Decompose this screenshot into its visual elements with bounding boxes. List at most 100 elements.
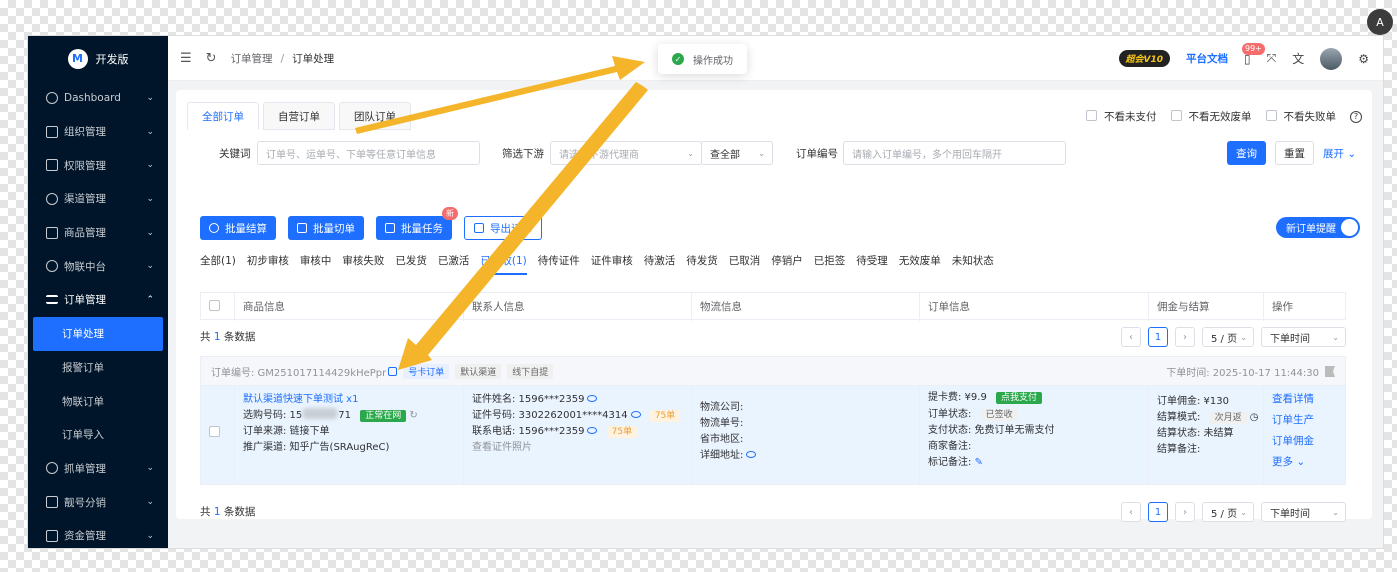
refresh-icon[interactable]: ↻ — [409, 410, 417, 421]
sidebar-item-permission[interactable]: 权限管理 ⌄ — [28, 148, 168, 182]
eye-icon[interactable] — [587, 395, 598, 402]
status-tab[interactable]: 停销户 — [771, 250, 814, 272]
scope-select[interactable]: 查全部 ⌄ — [701, 141, 773, 165]
sort-select[interactable]: 下单时间 ⌄ — [1261, 327, 1346, 347]
pay-now-tag[interactable]: 点我支付 — [996, 392, 1043, 404]
sidebar-subitem-order-import[interactable]: 订单导入 — [28, 418, 168, 452]
tab-all-orders[interactable]: 全部订单 — [187, 102, 259, 130]
view-id-photo-link[interactable]: 查看证件照片 — [472, 440, 683, 456]
status-tab-active[interactable]: 已签收(1) — [480, 250, 537, 275]
flag-icon[interactable] — [1325, 366, 1335, 377]
page-number[interactable]: 1 — [1148, 327, 1168, 347]
status-tab[interactable]: 已拒签 — [814, 250, 857, 272]
gear-icon[interactable]: ⚙ — [1358, 52, 1369, 66]
status-tab[interactable]: 证件审核 — [591, 250, 644, 272]
expand-link[interactable]: 展开 ⌄ — [1323, 146, 1356, 161]
vip-badge[interactable]: 超会V10 — [1118, 50, 1170, 67]
sidebar-subitem-order-process[interactable]: 订单处理 — [33, 316, 163, 351]
sidebar-item-iot[interactable]: 物联中台 ⌄ — [28, 249, 168, 283]
doc-link[interactable]: 平台文档 — [1186, 51, 1228, 66]
sidebar-item-funds[interactable]: 资金管理 ⌄ — [28, 519, 168, 548]
sidebar-item-channel[interactable]: 渠道管理 ⌄ — [28, 182, 168, 216]
help-icon[interactable]: ? — [1350, 110, 1362, 123]
number-prefix: 选购号码: 15 — [243, 410, 303, 421]
total-count-bottom: 共 1 条数据 — [200, 504, 255, 519]
search-button[interactable]: 查询 — [1227, 141, 1266, 165]
status-tab[interactable]: 未知状态 — [952, 250, 1005, 272]
settle-mode: 结算模式: 次月返 ◷ — [1157, 410, 1259, 426]
copy-icon[interactable] — [388, 366, 398, 376]
order-tag: 默认渠道 — [455, 363, 502, 379]
tab-team-orders[interactable]: 团队订单 — [339, 102, 411, 130]
prev-page-button[interactable]: ‹ — [1121, 327, 1141, 347]
order-produce-link[interactable]: 订单生产 — [1272, 410, 1339, 431]
new-order-toggle[interactable]: 新订单提醒 — [1276, 217, 1360, 238]
order-commission-link[interactable]: 订单佣金 — [1272, 431, 1339, 452]
page-number[interactable]: 1 — [1148, 502, 1168, 522]
next-page-button[interactable]: › — [1175, 327, 1195, 347]
checkbox-hide-invalid[interactable]: 不看无效废单 — [1170, 109, 1252, 124]
select-all-checkbox[interactable] — [209, 300, 220, 311]
prev-page-button[interactable]: ‹ — [1121, 502, 1141, 522]
breadcrumb-item[interactable]: 订单管理 — [231, 53, 273, 65]
batch-cut-label: 批量切单 — [313, 222, 355, 235]
status-tab[interactable]: 已取消 — [729, 250, 772, 272]
eye-icon[interactable] — [630, 411, 641, 418]
product-name[interactable]: 默认渠道快速下单测试 x1 — [243, 392, 455, 408]
status-tab[interactable]: 已发货 — [395, 250, 438, 272]
status-tab[interactable]: 审核失败 — [342, 250, 395, 272]
sidebar-item-orders[interactable]: 订单管理 ⌃ — [28, 283, 168, 317]
view-detail-link[interactable]: 查看详情 — [1272, 389, 1339, 410]
more-dropdown[interactable]: 更多 ⌄ — [1272, 452, 1339, 473]
page-size-select[interactable]: 5 / 页 ⌄ — [1202, 327, 1254, 347]
sidebar-item-number[interactable]: 靓号分销 ⌄ — [28, 485, 168, 519]
bell-icon[interactable]: ▯ 99+ — [1242, 42, 1265, 66]
reset-button[interactable]: 重置 — [1275, 141, 1314, 165]
eye-icon[interactable] — [587, 427, 598, 434]
sort-select[interactable]: 下单时间 ⌄ — [1261, 502, 1346, 522]
keyword-input[interactable]: 订单号、运单号、下单等任意订单信息 — [257, 141, 480, 165]
sidebar-item-goods[interactable]: 商品管理 ⌄ — [28, 216, 168, 250]
next-page-button[interactable]: › — [1175, 502, 1195, 522]
target-icon — [46, 462, 58, 475]
batch-cut-button[interactable]: 批量切单 — [288, 216, 364, 240]
status-tab[interactable]: 初步审核 — [247, 250, 300, 272]
checkbox-hide-failed[interactable]: 不看失败单 — [1265, 109, 1336, 124]
status-tab[interactable]: 待传证件 — [538, 250, 591, 272]
translate-icon[interactable]: 文 — [1292, 50, 1304, 67]
batch-settle-button[interactable]: 批量结算 — [200, 216, 276, 240]
settle-note: 结算备注: — [1157, 444, 1201, 455]
eye-icon[interactable] — [746, 451, 757, 458]
row-checkbox[interactable] — [209, 426, 220, 437]
status-tab[interactable]: 待发货 — [686, 250, 729, 272]
status-tab[interactable]: 审核中 — [300, 250, 343, 272]
sidebar-subitem-iot-orders[interactable]: 物联订单 — [28, 384, 168, 418]
cube-icon — [46, 260, 58, 273]
status-tab[interactable]: 无效废单 — [899, 250, 952, 272]
page-size-select[interactable]: 5 / 页 ⌄ — [1202, 502, 1254, 522]
status-tab[interactable]: 全部(1) — [200, 250, 247, 272]
export-button[interactable]: 导出订单 — [464, 216, 542, 240]
edit-icon[interactable]: ✎ — [975, 457, 983, 468]
status-tab[interactable]: 待激活 — [644, 250, 687, 272]
sidebar-subitem-alarm-orders[interactable]: 报警订单 — [28, 351, 168, 385]
refresh-icon[interactable]: ↻ — [206, 51, 217, 66]
tab-self-orders[interactable]: 自营订单 — [263, 102, 335, 130]
status-tab[interactable]: 待受理 — [856, 250, 899, 272]
translate-icon[interactable]: A — [1367, 9, 1393, 35]
downstream-select[interactable]: 请选择下游代理商 ⌄ — [550, 141, 702, 165]
sidebar-item-org[interactable]: 组织管理 ⌄ — [28, 115, 168, 149]
order-type-tabs: 全部订单 自营订单 团队订单 — [187, 102, 415, 130]
ops-cell: 查看详情 订单生产 订单佣金 更多 ⌄ — [1264, 386, 1347, 484]
pay-state: 支付状态: 免费订单无需支付 — [928, 425, 1055, 436]
avatar[interactable] — [1320, 47, 1343, 70]
sidebar-item-grab[interactable]: 抓单管理 ⌄ — [28, 452, 168, 486]
sidebar-item-dashboard[interactable]: Dashboard ⌄ — [28, 81, 168, 115]
checkbox-hide-unpaid[interactable]: 不看未支付 — [1086, 109, 1157, 124]
menu-fold-icon[interactable]: ☰ — [180, 51, 192, 66]
order-no-input[interactable]: 请输入订单编号，多个用回车隔开 — [843, 141, 1066, 165]
batch-task-button[interactable]: 批量任务 新 — [376, 207, 458, 240]
fullscreen-icon[interactable]: ⤧ — [1267, 51, 1277, 66]
status-tab[interactable]: 已激活 — [438, 250, 481, 272]
id-count-tag: 75单 — [649, 410, 681, 422]
